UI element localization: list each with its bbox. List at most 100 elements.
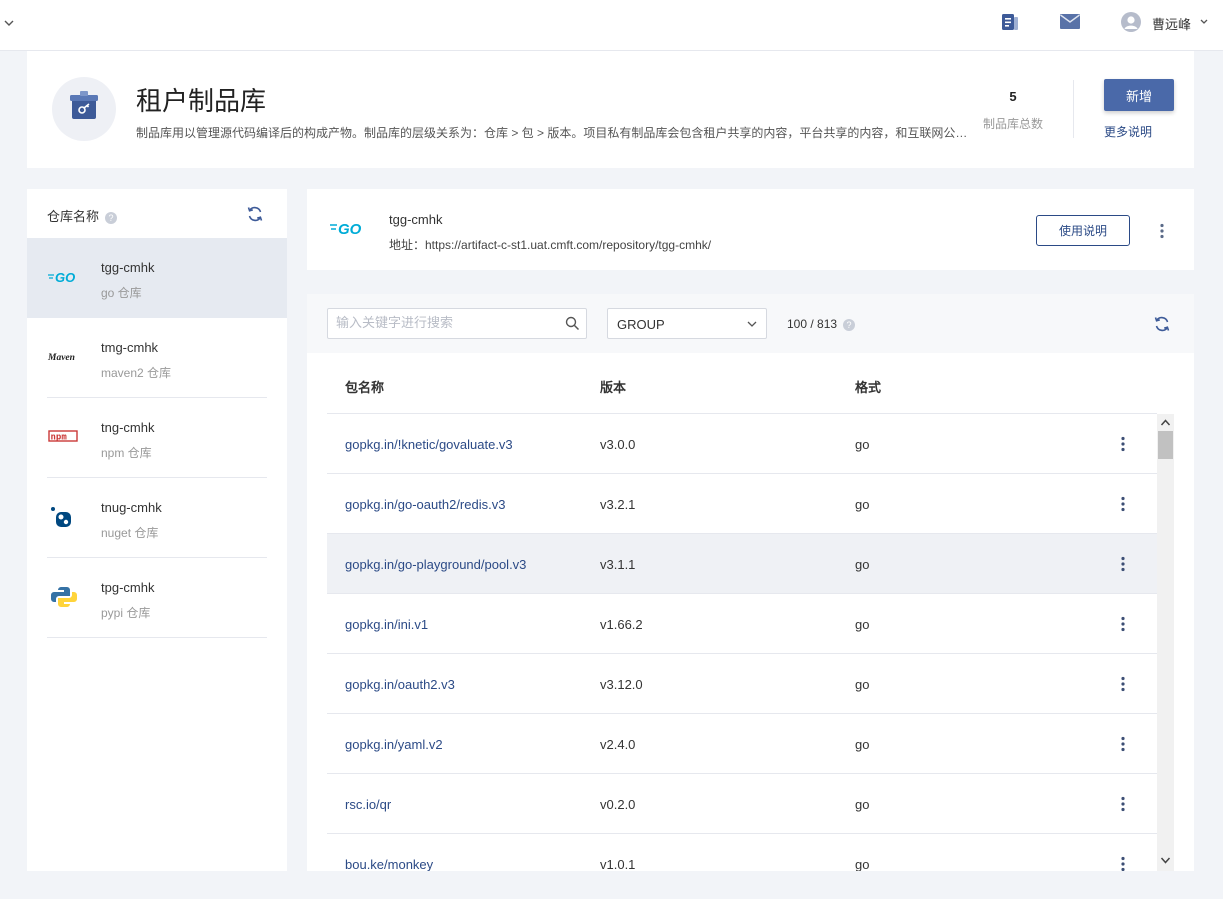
column-header-name[interactable]: 包名称 [345,377,384,396]
repo-total-count: 5 [1009,89,1017,104]
more-vertical-icon[interactable] [1119,856,1127,871]
chevron-down-icon[interactable] [2,16,16,30]
package-format: go [855,497,870,512]
more-vertical-icon[interactable] [1119,736,1127,752]
page-title: 租户制品库 [136,86,267,116]
refresh-icon[interactable] [246,205,264,223]
table-row[interactable]: gopkg.in/go-oauth2/redis.v3 v3.2.1 go [327,474,1157,534]
mail-icon[interactable] [1060,14,1080,29]
repo-name: tgg-cmhk [101,260,155,275]
package-version: v1.0.1 [600,857,636,871]
package-version: v0.2.0 [600,797,636,812]
table-row[interactable]: gopkg.in/oauth2.v3 v3.12.0 go [327,654,1157,714]
page-description: 制品库用以管理源代码编译后的构成产物。制品库的层级关系为：仓库 > 包 > 版本… [136,126,968,140]
username[interactable]: 曹远峰 [1152,14,1191,33]
repo-info-address: 地址：https://artifact-c-st1.uat.cmft.com/r… [389,238,712,252]
package-version: v3.12.0 [600,677,643,692]
chevron-down-icon [747,321,757,327]
scroll-up-arrow-icon[interactable] [1160,418,1171,427]
package-format: go [855,557,870,572]
repo-list-title: 仓库名称? [47,206,118,225]
search-input[interactable] [336,315,556,330]
table-row[interactable]: rsc.io/qr v0.2.0 go [327,774,1157,834]
header-card: 租户制品库 制品库用以管理源代码编译后的构成产物。制品库的层级关系为：仓库 > … [27,51,1194,168]
repo-info-card: GO tgg-cmhk 地址：https://artifact-c-st1.ua… [307,189,1194,270]
go-logo-icon: GO [330,221,362,238]
more-vertical-icon[interactable] [1119,436,1127,452]
document-icon[interactable] [1001,13,1019,31]
more-info-link[interactable]: 更多说明 [1104,123,1152,140]
usage-guide-button[interactable]: 使用说明 [1036,215,1130,246]
python-logo-icon [51,587,77,607]
repo-item-tng-cmhk[interactable]: npm tng-cmhk npm 仓库 [27,398,287,478]
table-row[interactable]: gopkg.in/ini.v1 v1.66.2 go [327,594,1157,654]
repo-type: nuget 仓库 [101,526,159,540]
repo-name: tnug-cmhk [101,500,162,515]
repo-type: npm 仓库 [101,446,152,460]
table-row[interactable]: bou.ke/monkey v1.0.1 go [327,834,1157,871]
package-name-link[interactable]: gopkg.in/yaml.v2 [345,737,443,752]
more-vertical-icon[interactable] [1119,676,1127,692]
repo-info-name: tgg-cmhk [389,212,443,227]
package-format: go [855,857,870,871]
repo-type: go 仓库 [101,286,142,300]
search-icon[interactable] [565,316,580,331]
package-version: v1.66.2 [600,617,643,632]
nuget-logo-icon [51,507,71,527]
repo-item-tnug-cmhk[interactable]: tnug-cmhk nuget 仓库 [27,478,287,558]
package-panel: GROUP 100 / 813? 包名称 版本 格式 gopkg.in/!kne… [307,294,1194,871]
package-count-text: 100 / 813 [787,317,838,331]
repository-logo [52,77,116,141]
scrollbar-thumb[interactable] [1158,431,1173,459]
table-row[interactable]: gopkg.in/go-playground/pool.v3 v3.1.1 go [327,534,1157,594]
package-name-link[interactable]: gopkg.in/!knetic/govaluate.v3 [345,437,513,452]
divider [47,637,267,638]
package-version: v3.1.1 [600,557,636,572]
more-vertical-icon[interactable] [1119,556,1127,572]
package-version: v3.0.0 [600,437,636,452]
repo-name: tmg-cmhk [101,340,159,355]
package-format: go [855,797,870,812]
column-header-format[interactable]: 格式 [855,377,881,396]
repo-type: pypi 仓库 [101,606,151,620]
refresh-icon[interactable] [1153,315,1171,333]
more-vertical-icon[interactable] [1119,796,1127,812]
package-format: go [855,617,870,632]
package-format: go [855,437,870,452]
repo-item-tpg-cmhk[interactable]: tpg-cmhk pypi 仓库 [27,558,287,638]
package-name-link[interactable]: gopkg.in/go-oauth2/redis.v3 [345,497,505,512]
package-name-link[interactable]: gopkg.in/go-playground/pool.v3 [345,557,526,572]
package-name-link[interactable]: rsc.io/qr [345,797,391,812]
more-vertical-icon[interactable] [1158,223,1166,239]
repo-type: maven2 仓库 [101,366,172,380]
svg-text:Maven: Maven [47,353,75,363]
scroll-down-arrow-icon[interactable] [1160,856,1171,865]
svg-text:GO: GO [55,270,75,285]
chevron-down-icon[interactable] [1199,17,1209,27]
repo-name: tng-cmhk [101,420,155,435]
avatar[interactable] [1121,12,1141,32]
package-format: go [855,677,870,692]
table-scrollbar[interactable] [1157,414,1174,871]
package-version: v3.2.1 [600,497,636,512]
repo-list-title-text: 仓库名称 [47,209,100,224]
table-row[interactable]: gopkg.in/yaml.v2 v2.4.0 go [327,714,1157,774]
package-name-link[interactable]: gopkg.in/oauth2.v3 [345,677,455,692]
more-vertical-icon[interactable] [1119,496,1127,512]
column-header-version[interactable]: 版本 [600,377,626,396]
repo-item-tmg-cmhk[interactable]: Maven tmg-cmhk maven2 仓库 [27,318,287,398]
group-select[interactable]: GROUP [607,308,767,339]
table-row[interactable]: gopkg.in/!knetic/govaluate.v3 v3.0.0 go [327,414,1157,474]
package-name-link[interactable]: gopkg.in/ini.v1 [345,617,428,632]
help-icon[interactable]: ? [843,318,856,331]
package-format: go [855,737,870,752]
add-button[interactable]: 新增 [1104,79,1174,111]
maven-logo-icon: Maven [47,353,75,363]
repo-item-tgg-cmhk[interactable]: GO tgg-cmhk go 仓库 [27,238,287,318]
go-logo-icon: GO [48,270,75,285]
more-vertical-icon[interactable] [1119,616,1127,632]
package-version: v2.4.0 [600,737,636,752]
divider [1073,80,1074,138]
package-name-link[interactable]: bou.ke/monkey [345,857,433,871]
help-icon[interactable]: ? [105,211,118,224]
